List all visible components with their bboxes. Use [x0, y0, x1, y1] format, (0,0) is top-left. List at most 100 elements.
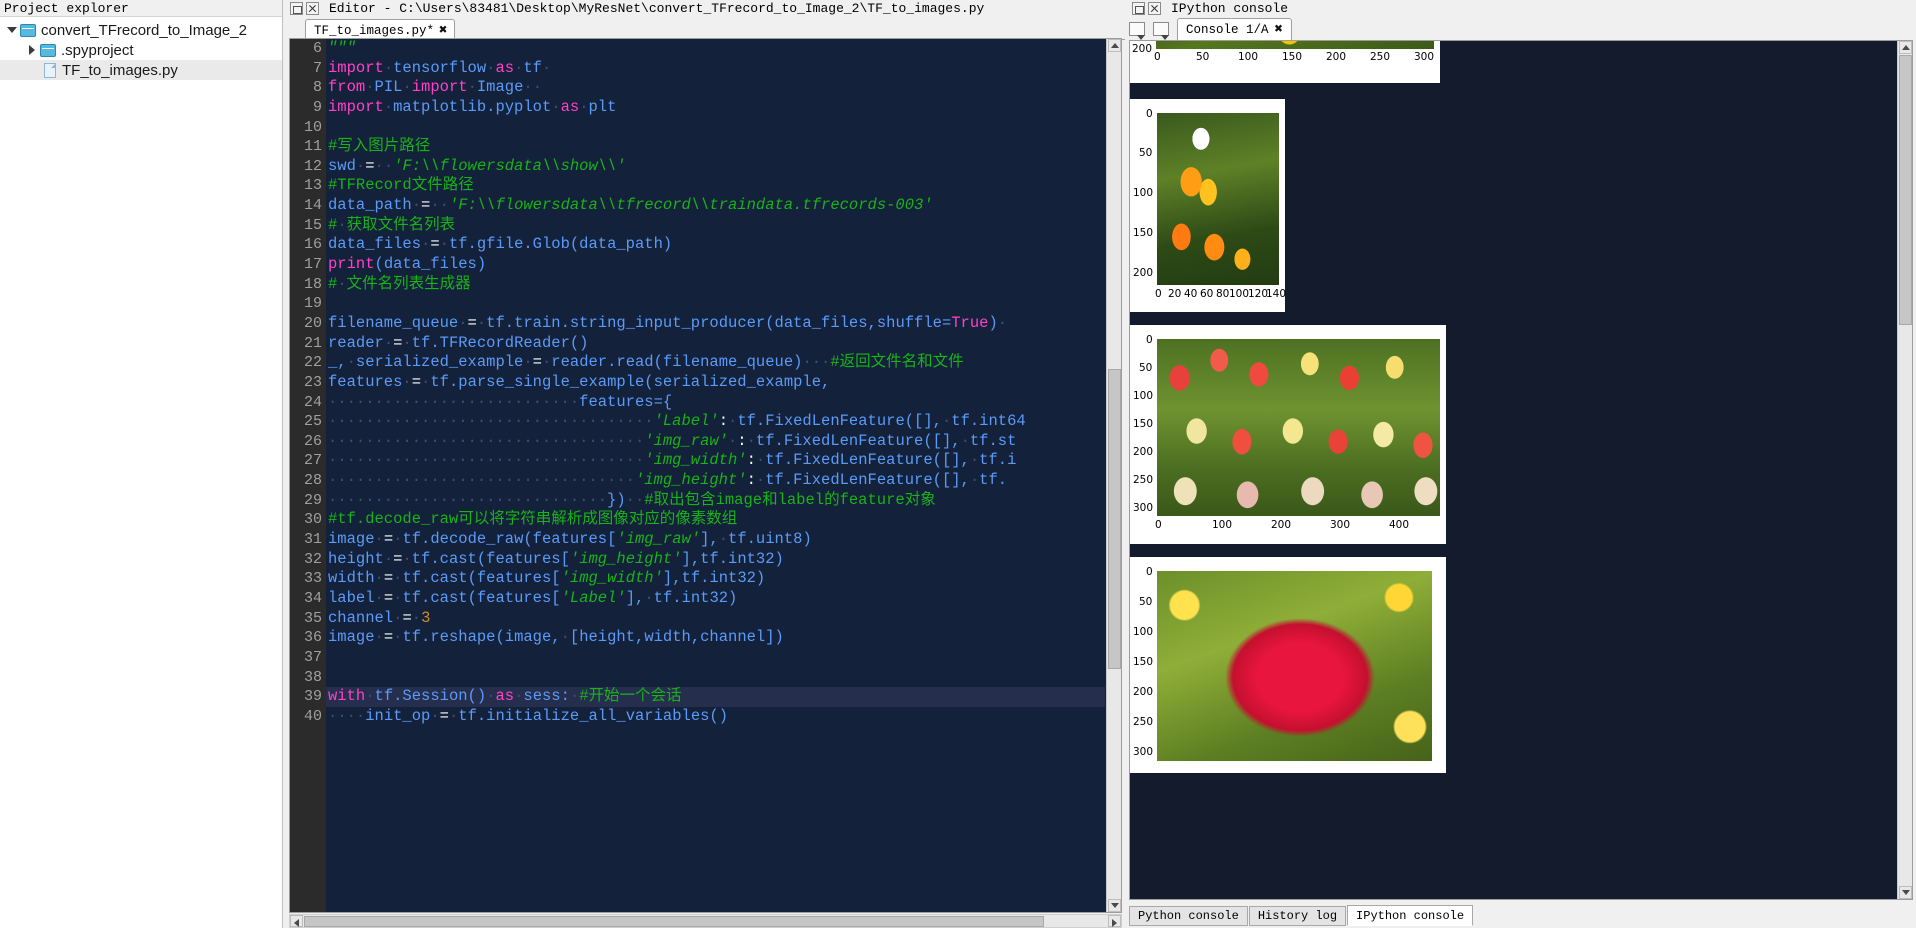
code-line[interactable]: reader·=·tf.TFRecordReader()	[326, 334, 1105, 354]
code-line[interactable]: #·文件名列表生成器	[326, 275, 1105, 295]
chevron-down-icon[interactable]	[4, 27, 20, 33]
code-line[interactable]: from·PIL·import·Image··	[326, 78, 1105, 98]
x-tick-label: 140	[1266, 288, 1287, 300]
tree-item-spyproject[interactable]: .spyproject	[0, 40, 282, 60]
tree-item-project-root[interactable]: convert_TFrecord_to_Image_2	[0, 20, 282, 40]
code-line[interactable]: _,·serialized_example·=·reader.read(file…	[326, 353, 1105, 373]
code-token: ·	[374, 530, 384, 549]
code-line[interactable]: #TFRecord文件路径	[326, 176, 1105, 196]
console-tab-1a[interactable]: Console 1/A ✖	[1177, 18, 1292, 40]
code-line[interactable]: ···································'Labe…	[326, 412, 1105, 432]
code-line[interactable]	[326, 294, 1105, 314]
code-line[interactable]	[326, 118, 1105, 138]
code-line[interactable]: channel·=·3	[326, 609, 1105, 629]
scroll-up-icon[interactable]	[1108, 39, 1121, 52]
code-line[interactable]: swd·=··'F:\\flowersdata\\show\\'	[326, 157, 1105, 177]
chevron-right-icon[interactable]	[24, 45, 40, 55]
scrollbar-thumb[interactable]	[304, 916, 1044, 927]
x-tick-label: 50	[1196, 51, 1210, 63]
line-number: 30	[303, 511, 322, 529]
console-bottom-tabs[interactable]: Python console History log IPython conso…	[1129, 905, 1474, 926]
code-token: ·	[374, 569, 384, 588]
line-number: 31	[303, 531, 322, 549]
code-token: tf.decode_raw(features[	[402, 530, 617, 549]
code-token: ·	[421, 235, 431, 254]
code-line[interactable]: ··································'img_w…	[326, 451, 1105, 471]
undock-icon[interactable]	[1132, 2, 1145, 15]
console-window-buttons[interactable]	[1132, 2, 1161, 15]
code-line[interactable]: ······························})··#取出包含i…	[326, 491, 1105, 511]
line-number: 18	[303, 275, 322, 293]
code-line[interactable]: data_path·=··'F:\\flowersdata\\tfrecord\…	[326, 196, 1105, 216]
tab-label: History log	[1257, 909, 1338, 923]
code-token: serialized_example	[355, 353, 524, 372]
tab-history-log[interactable]: History log	[1248, 906, 1347, 926]
new-console-icon[interactable]	[1153, 22, 1169, 40]
code-line[interactable]: width·=·tf.cast(features['img_width'],tf…	[326, 569, 1105, 589]
tree-item-tf-to-images-py[interactable]: TF_to_images.py	[0, 60, 282, 80]
scroll-left-icon[interactable]	[290, 915, 303, 927]
line-number: 14	[303, 197, 322, 215]
editor-tabbar[interactable]: TF_to_images.py* ✖	[305, 18, 1125, 61]
close-icon[interactable]	[306, 2, 319, 15]
code-line[interactable]: label·=·tf.cast(features['Label'],·tf.in…	[326, 589, 1105, 609]
scroll-down-icon[interactable]	[1899, 886, 1912, 899]
code-editor[interactable]: 6 7 8 9 10 11 12 13 14 15 16 17 18 19 20 21 22 23 24 25 26 27…	[289, 38, 1122, 913]
tab-ipython-console[interactable]: IPython console	[1347, 905, 1474, 926]
editor-pane: Editor - C:\Users\83481\Desktop\MyResNet…	[283, 0, 1125, 928]
code-line[interactable]: #写入图片路径	[326, 137, 1105, 157]
code-line[interactable]: #tf.decode_raw可以将字符串解析成图像对应的像素数组	[326, 510, 1105, 530]
editor-horizontal-scrollbar[interactable]	[289, 914, 1122, 928]
code-token: ·	[541, 58, 552, 77]
code-line[interactable]: ·································'img_he…	[326, 471, 1105, 491]
code-text[interactable]: """ import·tensorflow·as·tf· from·PIL·impo…	[326, 39, 1105, 912]
code-line[interactable]: filename_queue·=·tf.train.string_input_p…	[326, 314, 1105, 334]
scrollbar-thumb[interactable]	[1899, 55, 1912, 325]
tab-python-console[interactable]: Python console	[1129, 906, 1248, 926]
code-line[interactable]: print(data_files)	[326, 255, 1105, 275]
console-tabbar[interactable]: Console 1/A ✖	[1125, 18, 1916, 40]
close-icon[interactable]: ✖	[439, 24, 447, 38]
code-token: =	[467, 313, 477, 332]
options-list-icon[interactable]	[1129, 22, 1145, 40]
editor-vertical-scrollbar[interactable]	[1106, 39, 1121, 912]
code-token: swd	[328, 156, 356, 175]
code-line[interactable]: data_files·=·tf.gfile.Glob(data_path)	[326, 235, 1105, 255]
y-tick-label: 100	[1133, 390, 1154, 402]
code-line[interactable]: import·tensorflow·as·tf·	[326, 59, 1105, 79]
folder-icon	[20, 23, 36, 37]
y-tick-label: 50	[1139, 362, 1153, 374]
close-icon[interactable]	[1148, 2, 1161, 15]
code-line[interactable]: image·=·tf.decode_raw(features['img_raw'…	[326, 530, 1105, 550]
code-line[interactable]: ····init_op·=·tf.initialize_all_variable…	[326, 707, 1105, 727]
code-line[interactable]: ··································'img_r…	[326, 432, 1105, 452]
scroll-right-icon[interactable]	[1108, 915, 1121, 927]
y-tick-label: 50	[1139, 147, 1153, 159]
line-number: 8	[312, 79, 322, 97]
editor-window-buttons[interactable]	[290, 2, 319, 15]
code-line[interactable]: features·=·tf.parse_single_example(seria…	[326, 373, 1105, 393]
console-output[interactable]: 200 0 50 100 150 200 250 300 0 50 100 15…	[1129, 40, 1913, 900]
project-tree[interactable]: convert_TFrecord_to_Image_2 .spyproject …	[0, 17, 282, 80]
undock-icon[interactable]	[290, 2, 303, 15]
y-tick-label: 100	[1133, 626, 1154, 638]
code-token: data_files	[328, 235, 422, 254]
code-line[interactable]: ···························features={	[326, 393, 1105, 413]
x-tick-label: 200	[1271, 519, 1292, 531]
code-line[interactable]: image·=·tf.reshape(image,·[height,width,…	[326, 628, 1105, 648]
code-line[interactable]: import·matplotlib.pyplot·as·plt	[326, 98, 1105, 118]
console-vertical-scrollbar[interactable]	[1897, 41, 1912, 899]
code-line[interactable]: """	[326, 39, 1105, 59]
close-icon[interactable]: ✖	[1275, 23, 1283, 37]
scroll-up-icon[interactable]	[1899, 41, 1912, 54]
scrollbar-thumb[interactable]	[1108, 369, 1121, 669]
code-line[interactable]	[326, 648, 1105, 668]
y-tick-label: 200	[1133, 686, 1154, 698]
code-token: ·	[383, 58, 394, 77]
code-line[interactable]	[326, 668, 1105, 688]
code-line[interactable]: with·tf.Session()·as·sess:·#开始一个会话	[326, 687, 1105, 707]
code-line[interactable]: #·获取文件名列表	[326, 216, 1105, 236]
scroll-down-icon[interactable]	[1108, 899, 1121, 912]
code-token: PIL	[374, 78, 403, 97]
code-line[interactable]: height·=·tf.cast(features['img_height'],…	[326, 550, 1105, 570]
